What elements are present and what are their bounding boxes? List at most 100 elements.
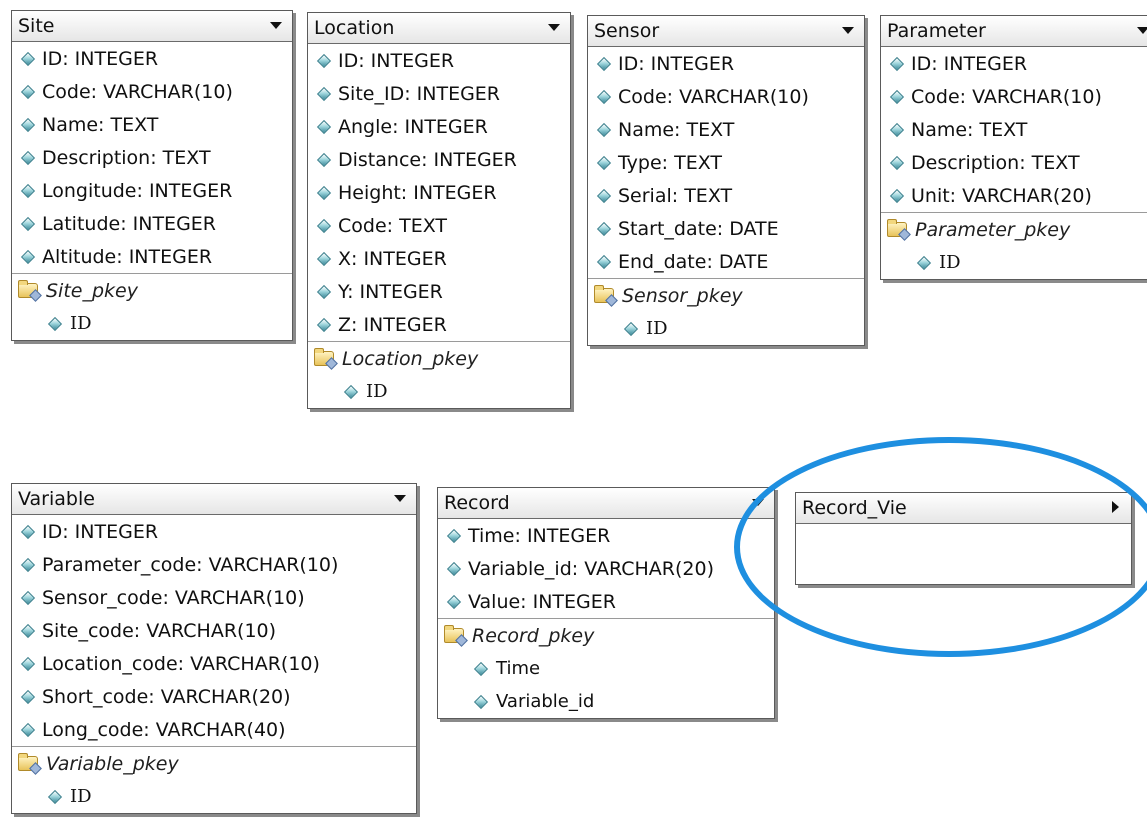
field-row[interactable]: Description: TEXT (12, 141, 292, 174)
field-label: Longitude: INTEGER (42, 180, 233, 202)
field-diamond-icon (20, 183, 36, 199)
field-row[interactable]: ID: INTEGER (308, 44, 570, 77)
field-label: Time: INTEGER (468, 525, 611, 547)
primary-key-field[interactable]: Variable_id (438, 685, 774, 718)
table-header[interactable]: Site (12, 11, 292, 42)
field-label: Z: INTEGER (338, 314, 447, 336)
field-label: Name: TEXT (618, 119, 735, 141)
field-row[interactable]: Variable_id: VARCHAR(20) (438, 552, 774, 585)
primary-key-field[interactable]: Time (438, 652, 774, 685)
chevron-down-icon[interactable] (394, 495, 406, 502)
table-header[interactable]: Parameter (881, 16, 1147, 47)
field-row[interactable]: Code: VARCHAR(10) (881, 80, 1147, 113)
primary-key-row[interactable]: Sensor_pkey (588, 279, 864, 312)
field-row[interactable]: Name: TEXT (881, 113, 1147, 146)
field-list: ID: INTEGER Parameter_code: VARCHAR(10) … (12, 515, 416, 746)
field-diamond-icon (316, 119, 332, 135)
field-row[interactable]: Height: INTEGER (308, 176, 570, 209)
field-label: Height: INTEGER (338, 182, 497, 204)
field-row[interactable]: Site_ID: INTEGER (308, 77, 570, 110)
field-row[interactable]: Code: VARCHAR(10) (588, 80, 864, 113)
field-row[interactable]: Short_code: VARCHAR(20) (12, 680, 416, 713)
table-header[interactable]: Sensor (588, 16, 864, 47)
field-diamond-icon (20, 117, 36, 133)
field-label: Serial: TEXT (618, 185, 733, 207)
primary-key-row[interactable]: Location_pkey (308, 342, 570, 375)
field-row[interactable]: Altitude: INTEGER (12, 240, 292, 273)
chevron-down-icon[interactable] (1137, 27, 1147, 34)
field-row[interactable]: Unit: VARCHAR(20) (881, 179, 1147, 212)
field-row[interactable]: ID: INTEGER (12, 515, 416, 548)
field-diamond-icon (20, 150, 36, 166)
field-row[interactable]: Name: TEXT (588, 113, 864, 146)
primary-key-row[interactable]: Variable_pkey (12, 747, 416, 780)
field-label: Location_code: VARCHAR(10) (42, 653, 320, 675)
table-variable[interactable]: Variable ID: INTEGER Parameter_code: VAR… (11, 483, 417, 814)
field-row[interactable]: Distance: INTEGER (308, 143, 570, 176)
field-row[interactable]: ID: INTEGER (881, 47, 1147, 80)
field-diamond-icon (316, 53, 332, 69)
field-row[interactable]: Code: TEXT (308, 209, 570, 242)
field-row[interactable]: Type: TEXT (588, 146, 864, 179)
field-diamond-icon (623, 321, 639, 337)
field-row[interactable]: Code: VARCHAR(10) (12, 75, 292, 108)
primary-key-row[interactable]: Site_pkey (12, 274, 292, 307)
table-title: Site (18, 15, 55, 37)
table-header[interactable]: Variable (12, 484, 416, 515)
field-row[interactable]: Y: INTEGER (308, 275, 570, 308)
field-row[interactable]: Long_code: VARCHAR(40) (12, 713, 416, 746)
chevron-down-icon[interactable] (270, 22, 282, 29)
chevron-down-icon[interactable] (842, 27, 854, 34)
field-diamond-icon (316, 152, 332, 168)
table-header[interactable]: Record (438, 488, 774, 519)
field-diamond-icon (889, 89, 905, 105)
field-row[interactable]: Latitude: INTEGER (12, 207, 292, 240)
field-row[interactable]: Longitude: INTEGER (12, 174, 292, 207)
primary-key-label: Location_pkey (342, 348, 479, 370)
field-row[interactable]: Description: TEXT (881, 146, 1147, 179)
primary-key-field-label: Time (496, 658, 541, 679)
primary-key-field[interactable]: ID (12, 307, 292, 340)
field-diamond-icon (316, 185, 332, 201)
field-row[interactable]: Sensor_code: VARCHAR(10) (12, 581, 416, 614)
table-header[interactable]: Location (308, 13, 570, 44)
table-sensor[interactable]: Sensor ID: INTEGER Code: VARCHAR(10) Nam… (587, 15, 865, 346)
field-label: Long_code: VARCHAR(40) (42, 719, 286, 741)
primary-key-field[interactable]: ID (881, 246, 1147, 279)
field-row[interactable]: Location_code: VARCHAR(10) (12, 647, 416, 680)
field-row[interactable]: X: INTEGER (308, 242, 570, 275)
field-diamond-icon (47, 316, 63, 332)
field-list: Time: INTEGER Variable_id: VARCHAR(20) V… (438, 519, 774, 618)
field-row[interactable]: Site_code: VARCHAR(10) (12, 614, 416, 647)
chevron-down-icon[interactable] (548, 24, 560, 31)
field-label: Code: TEXT (338, 215, 447, 237)
field-row[interactable]: Z: INTEGER (308, 308, 570, 341)
field-diamond-icon (596, 89, 612, 105)
field-row[interactable]: Value: INTEGER (438, 585, 774, 618)
primary-key-row[interactable]: Record_pkey (438, 619, 774, 652)
field-row[interactable]: Serial: TEXT (588, 179, 864, 212)
primary-key-row[interactable]: Parameter_pkey (881, 213, 1147, 246)
table-location[interactable]: Location ID: INTEGER Site_ID: INTEGER An… (307, 12, 571, 409)
field-list: ID: INTEGER Site_ID: INTEGER Angle: INTE… (308, 44, 570, 341)
primary-key-label: Sensor_pkey (622, 285, 743, 307)
primary-key-field[interactable]: ID (12, 780, 416, 813)
table-parameter[interactable]: Parameter ID: INTEGER Code: VARCHAR(10) … (880, 15, 1147, 280)
field-row[interactable]: ID: INTEGER (12, 42, 292, 75)
table-record[interactable]: Record Time: INTEGER Variable_id: VARCHA… (437, 487, 775, 719)
field-row[interactable]: Angle: INTEGER (308, 110, 570, 143)
table-site[interactable]: Site ID: INTEGER Code: VARCHAR(10) Name:… (11, 10, 293, 341)
primary-key-field-label: ID (939, 252, 961, 273)
field-row[interactable]: End_date: DATE (588, 245, 864, 278)
field-row[interactable]: ID: INTEGER (588, 47, 864, 80)
primary-key-field[interactable]: ID (588, 312, 864, 345)
field-label: Unit: VARCHAR(20) (911, 185, 1092, 207)
field-label: Code: VARCHAR(10) (911, 86, 1102, 108)
field-row[interactable]: Time: INTEGER (438, 519, 774, 552)
field-row[interactable]: Parameter_code: VARCHAR(10) (12, 548, 416, 581)
primary-key-field[interactable]: ID (308, 375, 570, 408)
primary-key-section: Variable_pkey ID (12, 746, 416, 813)
primary-key-field-label: ID (70, 313, 92, 334)
field-row[interactable]: Name: TEXT (12, 108, 292, 141)
field-row[interactable]: Start_date: DATE (588, 212, 864, 245)
